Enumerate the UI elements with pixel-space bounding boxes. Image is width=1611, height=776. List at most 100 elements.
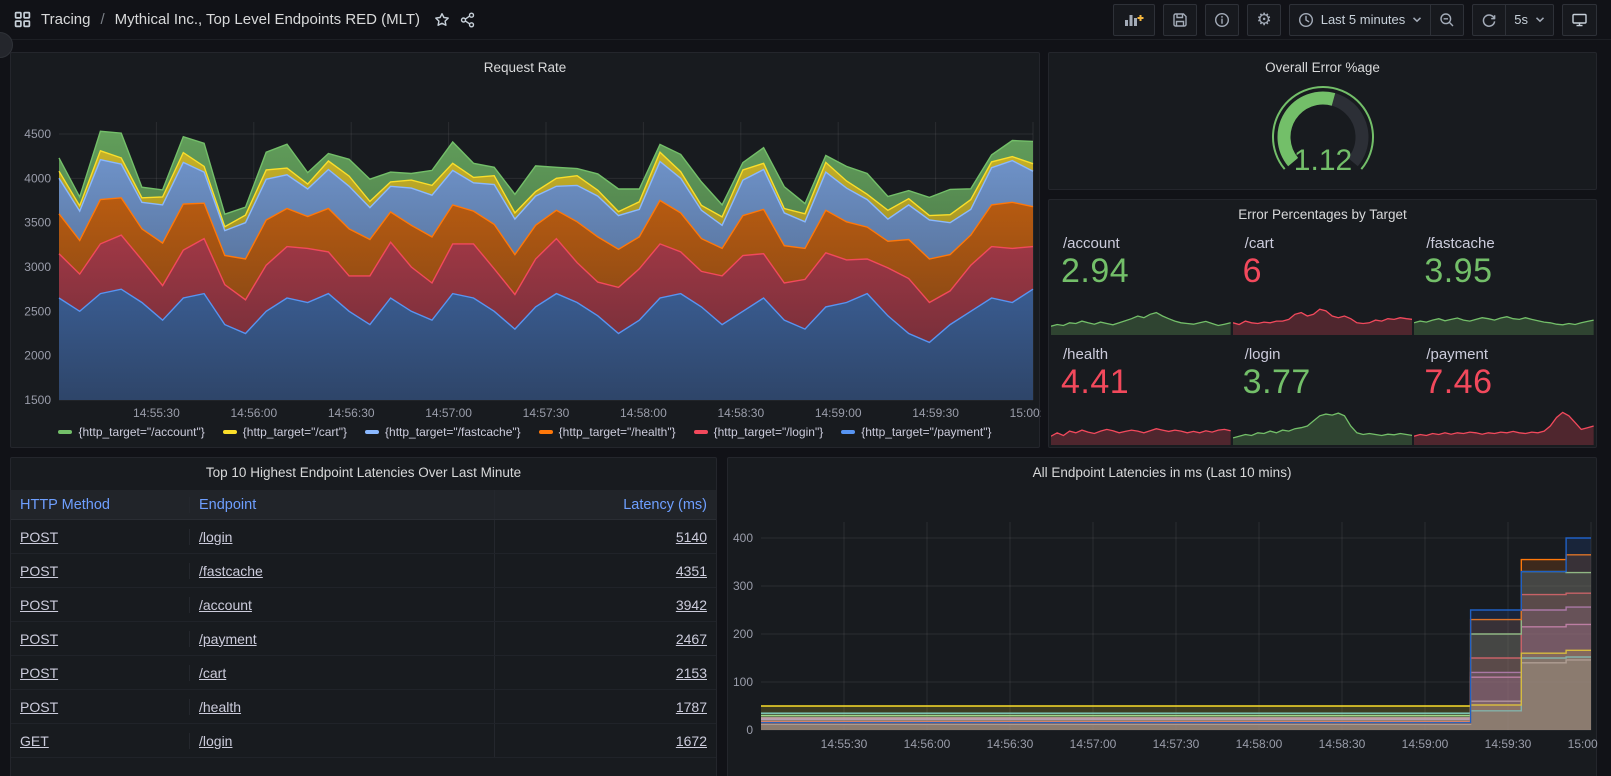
latency-link[interactable]: 3942 bbox=[676, 597, 707, 613]
endpoint-link[interactable]: /login bbox=[199, 733, 232, 749]
table-header-row: HTTP MethodEndpointLatency (ms) bbox=[11, 490, 716, 520]
gauge: 1.12 bbox=[1243, 79, 1403, 187]
legend-item[interactable]: {http_target="/health"} bbox=[539, 425, 676, 439]
stat-value: 3.95 bbox=[1424, 252, 1492, 291]
legend-item[interactable]: {http_target="/fastcache"} bbox=[365, 425, 521, 439]
legend-item[interactable]: {http_target="/account"} bbox=[58, 425, 204, 439]
endpoint-link[interactable]: /login bbox=[199, 529, 232, 545]
stat-target-label: /account bbox=[1063, 235, 1120, 252]
x-axis-label: 14:57:00 bbox=[425, 406, 472, 420]
table-cell: 3942 bbox=[494, 588, 716, 621]
table-cell: 2467 bbox=[494, 622, 716, 655]
panel-title: Overall Error %age bbox=[1049, 60, 1596, 75]
dashboard-insights-button[interactable] bbox=[1205, 4, 1239, 36]
latency-link[interactable]: 2467 bbox=[676, 631, 707, 647]
endpoint-link[interactable]: /fastcache bbox=[199, 563, 263, 579]
table-row: POST/health 1787 bbox=[11, 690, 716, 724]
x-axis-label: 14:56:00 bbox=[904, 737, 951, 751]
table-cell: POST bbox=[11, 563, 189, 579]
x-axis-label: 14:59:00 bbox=[1402, 737, 1449, 751]
stat-sparkline bbox=[1414, 295, 1594, 335]
legend-label: {http_target="/fastcache"} bbox=[385, 425, 521, 439]
panel-request-rate: Request Rate 450040003500300025002000150… bbox=[10, 52, 1040, 448]
column-header-latency[interactable]: Latency (ms) bbox=[494, 490, 716, 519]
y-axis-label: 400 bbox=[733, 531, 753, 545]
latency-link[interactable]: 4351 bbox=[676, 563, 707, 579]
stat-value: 6 bbox=[1243, 252, 1262, 291]
breadcrumb-separator: / bbox=[100, 11, 104, 28]
table-row: POST/cart 2153 bbox=[11, 656, 716, 690]
method-link[interactable]: POST bbox=[20, 529, 58, 545]
table-cell: /login bbox=[189, 529, 494, 545]
y-axis-label: 300 bbox=[733, 579, 753, 593]
x-axis-label: 14:55:30 bbox=[133, 406, 180, 420]
table-cell: 5140 bbox=[494, 520, 716, 553]
latency-link[interactable]: 1672 bbox=[676, 733, 707, 749]
apps-grid-icon[interactable] bbox=[14, 11, 31, 28]
stat-tile-payment: /payment7.46 bbox=[1414, 337, 1594, 446]
table-cell: /login bbox=[189, 733, 494, 749]
method-link[interactable]: POST bbox=[20, 665, 58, 681]
x-axis-label: 14:56:00 bbox=[230, 406, 277, 420]
zoom-out-time-button[interactable] bbox=[1431, 4, 1464, 36]
refresh-dashboard-button[interactable] bbox=[1472, 4, 1506, 36]
method-link[interactable]: POST bbox=[20, 597, 58, 613]
legend-color-dash bbox=[539, 430, 553, 434]
x-axis-label: 14:58:30 bbox=[717, 406, 764, 420]
endpoint-link[interactable]: /payment bbox=[199, 631, 257, 647]
latency-link[interactable]: 2153 bbox=[676, 665, 707, 681]
save-dashboard-button[interactable] bbox=[1163, 4, 1197, 36]
legend-label: {http_target="/login"} bbox=[714, 425, 824, 439]
y-axis-label: 3500 bbox=[24, 216, 51, 230]
refresh-interval-picker[interactable]: 5s bbox=[1506, 4, 1554, 36]
legend-color-dash bbox=[694, 430, 708, 434]
stat-sparkline bbox=[1051, 295, 1231, 335]
table-cell: POST bbox=[11, 665, 189, 681]
endpoint-link[interactable]: /cart bbox=[199, 665, 226, 681]
latency-link[interactable]: 1787 bbox=[676, 699, 707, 715]
zoom-out-icon bbox=[1439, 12, 1455, 28]
legend-item[interactable]: {http_target="/login"} bbox=[694, 425, 824, 439]
dashboard-toolbar: ⚙ Last 5 minutes bbox=[1113, 4, 1597, 36]
x-axis-label: 15:00:00 bbox=[1568, 737, 1598, 751]
all-latencies-chart[interactable]: 400300200100014:55:3014:56:0014:56:3014:… bbox=[728, 482, 1598, 767]
method-link[interactable]: POST bbox=[20, 563, 58, 579]
panel-latency-table: Top 10 Highest Endpoint Latencies Over L… bbox=[10, 457, 717, 776]
refresh-interval-label: 5s bbox=[1514, 12, 1528, 27]
request-rate-legend: {http_target="/account"} {http_target="/c… bbox=[11, 425, 1039, 439]
method-link[interactable]: POST bbox=[20, 699, 58, 715]
breadcrumb-section[interactable]: Tracing bbox=[41, 11, 90, 28]
legend-item[interactable]: {http_target="/payment"} bbox=[841, 425, 991, 439]
cycle-view-mode-button[interactable] bbox=[1562, 4, 1597, 36]
panel-overall-error: Overall Error %age 1.12 bbox=[1048, 52, 1597, 190]
share-icon[interactable] bbox=[460, 12, 476, 28]
method-link[interactable]: POST bbox=[20, 631, 58, 647]
request-rate-chart[interactable]: 450040003500300025002000150014:55:3014:5… bbox=[11, 77, 1041, 425]
request-rate-plot[interactable]: 450040003500300025002000150014:55:3014:5… bbox=[11, 77, 1041, 425]
clock-icon bbox=[1298, 12, 1314, 28]
refresh-icon bbox=[1481, 12, 1497, 28]
method-link[interactable]: GET bbox=[20, 733, 49, 749]
legend-color-dash bbox=[223, 430, 237, 434]
latency-plot[interactable]: 400300200100014:55:3014:56:0014:56:3014:… bbox=[728, 482, 1598, 767]
favorite-star-icon[interactable] bbox=[434, 12, 450, 28]
x-axis-label: 14:59:30 bbox=[1485, 737, 1532, 751]
dashboard-settings-button[interactable]: ⚙ bbox=[1247, 4, 1280, 36]
latency-link[interactable]: 5140 bbox=[676, 529, 707, 545]
stat-target-label: /cart bbox=[1245, 235, 1274, 252]
y-axis-label: 2500 bbox=[24, 304, 51, 318]
legend-label: {http_target="/cart"} bbox=[243, 425, 347, 439]
endpoint-link[interactable]: /health bbox=[199, 699, 241, 715]
table-cell: /cart bbox=[189, 665, 494, 681]
x-axis-label: 14:56:30 bbox=[987, 737, 1034, 751]
y-axis-label: 4000 bbox=[24, 171, 51, 185]
legend-item[interactable]: {http_target="/cart"} bbox=[223, 425, 347, 439]
column-header-method[interactable]: HTTP Method bbox=[11, 497, 189, 513]
column-header-endpoint[interactable]: Endpoint bbox=[189, 497, 494, 513]
time-range-picker[interactable]: Last 5 minutes bbox=[1289, 4, 1432, 36]
add-panel-button[interactable] bbox=[1113, 4, 1155, 36]
table-cell: /fastcache bbox=[189, 563, 494, 579]
endpoint-link[interactable]: /account bbox=[199, 597, 252, 613]
legend-label: {http_target="/payment"} bbox=[861, 425, 991, 439]
y-axis-label: 200 bbox=[733, 627, 753, 641]
